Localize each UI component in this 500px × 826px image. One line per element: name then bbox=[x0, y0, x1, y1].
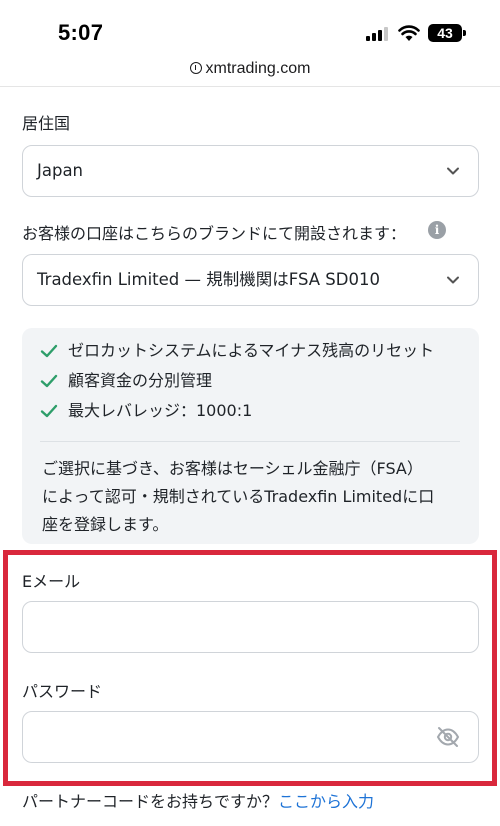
brand-select[interactable]: Tradexfin Limited — 規制機関はFSA SD010 bbox=[22, 254, 479, 306]
chevron-down-icon bbox=[447, 167, 459, 175]
wifi-icon bbox=[398, 25, 420, 41]
email-field[interactable] bbox=[22, 601, 479, 653]
panel-divider bbox=[40, 441, 460, 442]
description-line: 座を登録します。 bbox=[42, 515, 169, 534]
partner-code-text: パートナーコードをお持ちですか？ bbox=[22, 792, 279, 811]
status-bar: 5:07 43 bbox=[0, 0, 500, 58]
site-info-icon[interactable] bbox=[189, 62, 202, 74]
check-icon bbox=[40, 374, 58, 388]
partner-code-link[interactable]: ここから入力 bbox=[278, 792, 374, 811]
battery-cap bbox=[463, 30, 466, 36]
country-select-value: Japan bbox=[37, 161, 84, 180]
feature-text: 最大レバレッジ：1000:1 bbox=[68, 401, 253, 420]
description-line: ご選択に基づき、お客様はセーシェル金融庁（FSA） bbox=[42, 459, 423, 478]
address-bar[interactable]: xmtrading.com bbox=[0, 58, 500, 86]
feature-text: 顧客資金の分別管理 bbox=[68, 371, 213, 390]
email-label: Eメール bbox=[22, 572, 81, 591]
header-divider bbox=[0, 86, 500, 87]
battery-icon: 43 bbox=[428, 24, 462, 42]
password-field[interactable] bbox=[22, 711, 479, 763]
partner-code-prompt: パートナーコードをお持ちですか？ここから入力 bbox=[22, 788, 374, 812]
brand-info-panel: ゼロカットシステムによるマイナス残高のリセット 顧客資金の分別管理 最大レバレッ… bbox=[22, 328, 479, 544]
check-icon bbox=[40, 404, 58, 418]
info-icon[interactable]: i bbox=[428, 221, 446, 239]
brand-label: お客様の口座はこちらのブランドにて開設されます： bbox=[22, 224, 407, 243]
brand-select-value: Tradexfin Limited — 規制機関はFSA SD010 bbox=[37, 270, 380, 289]
signal-icon bbox=[366, 27, 390, 41]
feature-text: ゼロカットシステムによるマイナス残高のリセット bbox=[68, 341, 435, 360]
password-label: パスワード bbox=[22, 682, 103, 701]
description-line: によって認可・規制されているTradexfin Limitedに口 bbox=[42, 487, 435, 506]
eye-off-icon[interactable] bbox=[436, 726, 460, 748]
chevron-down-icon bbox=[447, 276, 459, 284]
status-time: 5:07 bbox=[58, 20, 104, 45]
brand-description: ご選択に基づき、お客様はセーシェル金融庁（FSA） によって認可・規制されている… bbox=[42, 455, 462, 539]
battery-level: 43 bbox=[437, 25, 453, 41]
url-text: xmtrading.com bbox=[205, 60, 311, 77]
check-icon bbox=[40, 344, 58, 358]
country-select[interactable]: Japan bbox=[22, 145, 479, 197]
country-label: 居住国 bbox=[22, 114, 71, 133]
